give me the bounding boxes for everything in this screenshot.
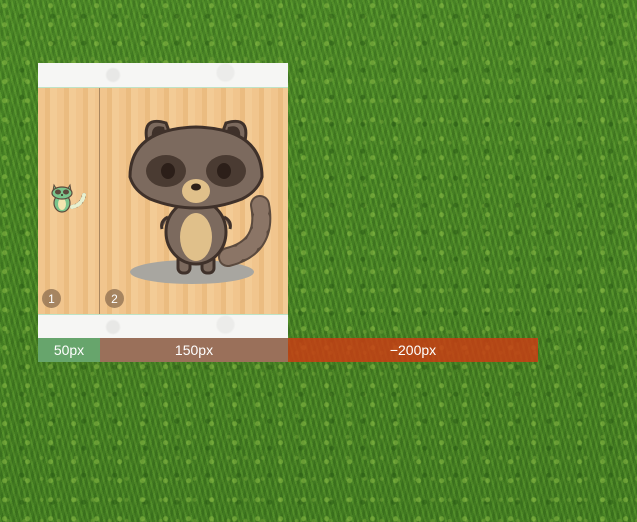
bottom-strip (38, 314, 288, 339)
offset-bar-150: 150px (100, 338, 288, 362)
raccoon-icon (110, 107, 280, 298)
offset-bar-negative-200: −200px (288, 338, 538, 362)
offset-bar-50: 50px (38, 338, 100, 362)
panel-number-2: 2 (105, 289, 124, 308)
top-strip (38, 63, 288, 88)
panel-number-1: 1 (42, 289, 61, 308)
raccoon-mini-icon (50, 181, 88, 220)
panel-1: 1 (38, 88, 100, 314)
parallax-widget: 1 2 50px 150px −200px (38, 63, 538, 363)
panel-2: 2 (100, 88, 288, 314)
